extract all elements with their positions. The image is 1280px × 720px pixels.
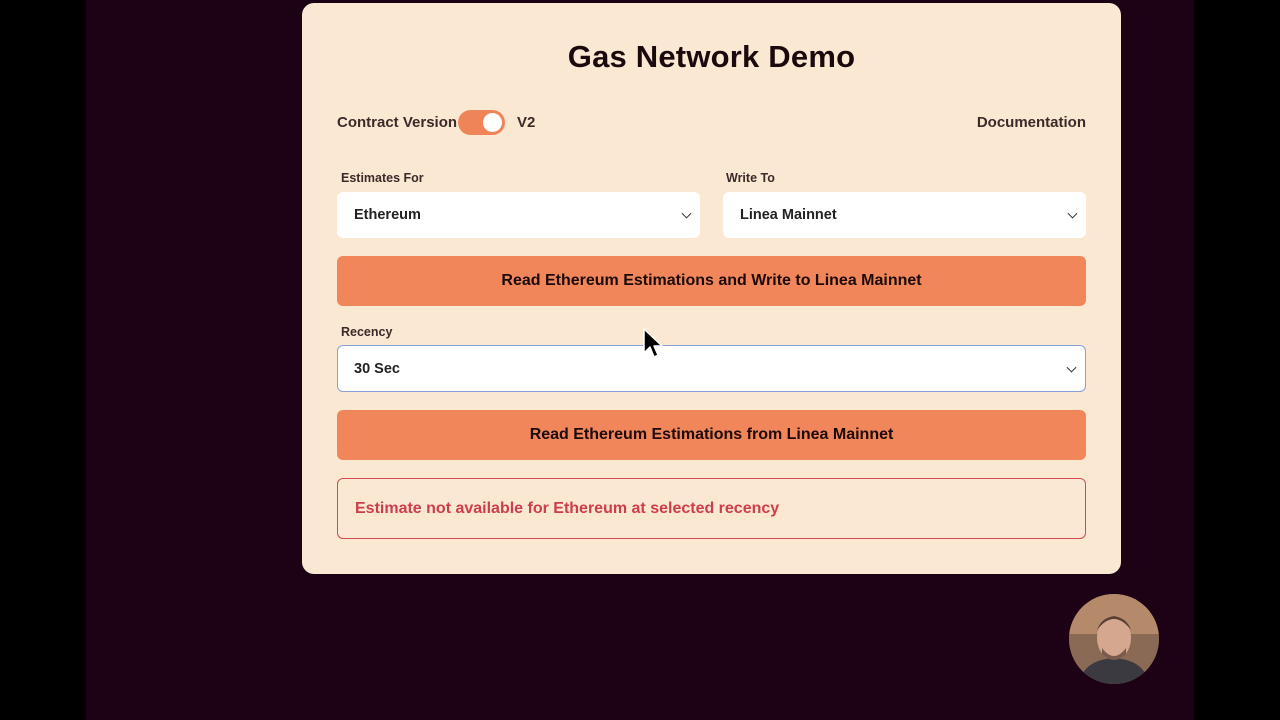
read-estimations-button[interactable]: Read Ethereum Estimations from Linea Mai…	[337, 410, 1086, 460]
chevron-down-icon	[1067, 208, 1078, 219]
recency-select[interactable]: 30 Sec	[337, 345, 1086, 392]
mouse-cursor-icon	[643, 328, 663, 358]
estimates-for-value: Ethereum	[354, 207, 421, 223]
error-message: Estimate not available for Ethereum at s…	[337, 478, 1086, 539]
read-and-write-button[interactable]: Read Ethereum Estimations and Write to L…	[337, 256, 1086, 306]
write-to-value: Linea Mainnet	[740, 207, 837, 223]
contract-version-label: Contract Version	[337, 114, 458, 131]
write-to-select[interactable]: Linea Mainnet	[723, 192, 1086, 238]
presenter-webcam-avatar	[1069, 594, 1159, 684]
estimates-for-select[interactable]: Ethereum	[337, 192, 700, 238]
recency-label: Recency	[341, 325, 393, 339]
estimates-for-label: Estimates For	[341, 171, 424, 185]
contract-version-toggle[interactable]	[458, 110, 505, 135]
demo-card: Gas Network Demo Contract Version V2 Doc…	[302, 3, 1121, 574]
contract-version-value: V2	[517, 114, 536, 131]
write-to-label: Write To	[726, 171, 775, 185]
chevron-down-icon	[1066, 362, 1077, 373]
chevron-down-icon	[681, 208, 692, 219]
recency-value: 30 Sec	[354, 360, 400, 377]
presenter-portrait-icon	[1069, 594, 1159, 684]
page-title: Gas Network Demo	[567, 39, 856, 74]
documentation-link[interactable]: Documentation	[977, 114, 1086, 131]
toggle-knob	[483, 113, 502, 132]
